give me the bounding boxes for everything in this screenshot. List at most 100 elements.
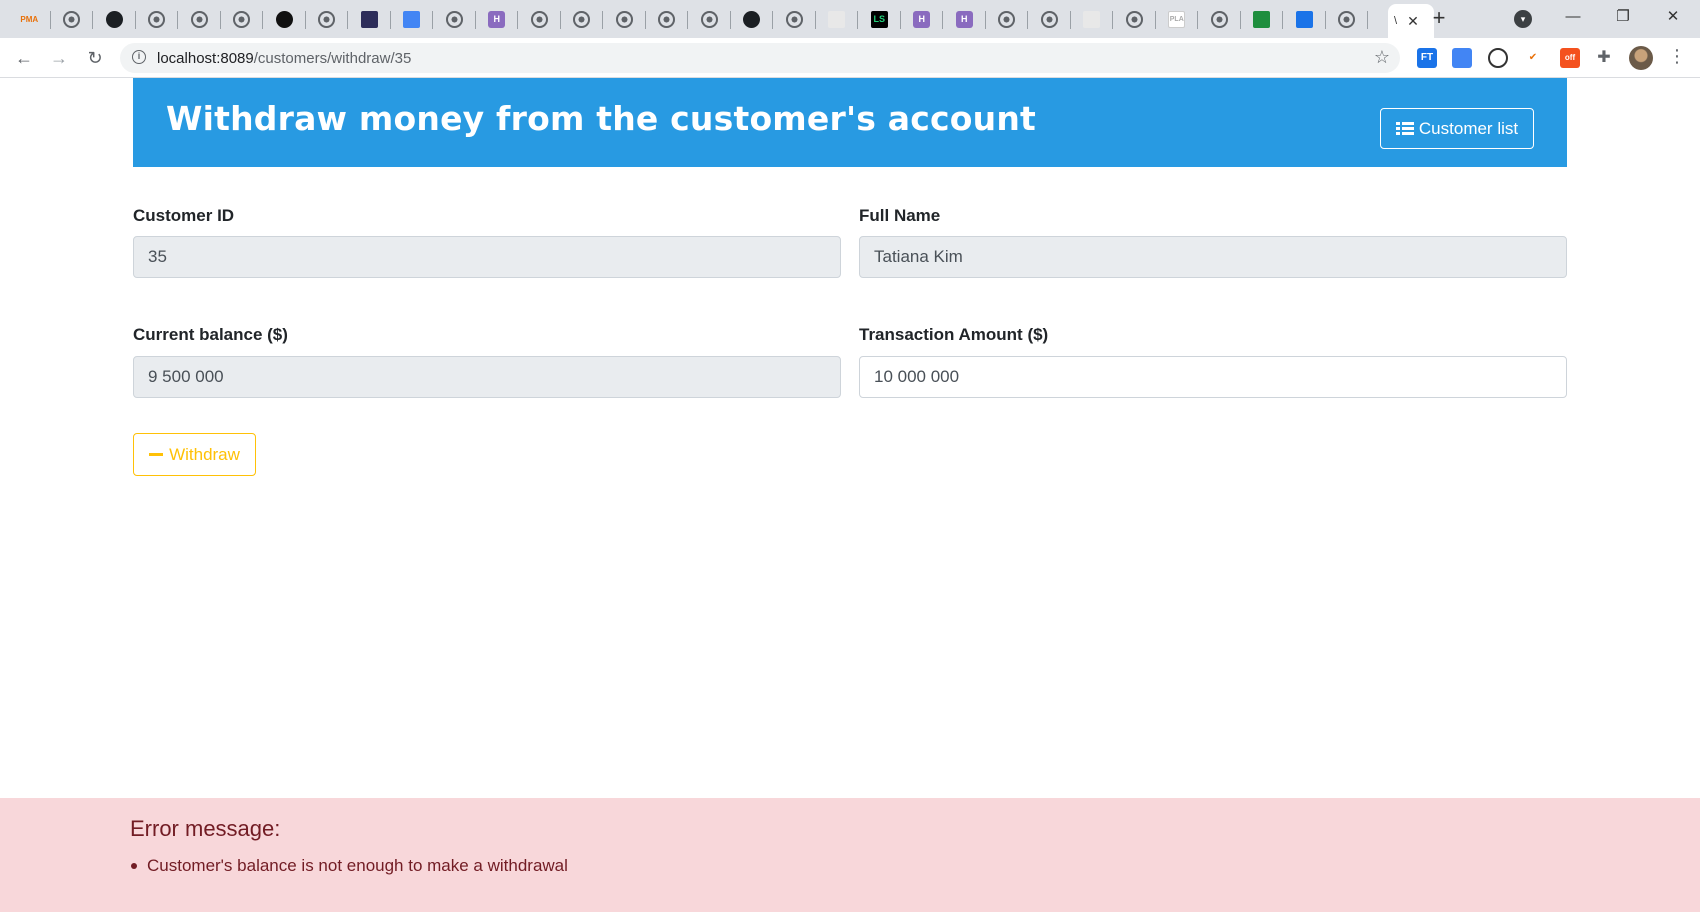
green-square-icon	[1253, 10, 1271, 28]
error-title: Error message:	[130, 816, 281, 841]
bookmark-star-icon[interactable]: ☆	[1374, 47, 1390, 68]
browser-tab[interactable]	[348, 0, 391, 38]
browser-tab[interactable]	[986, 0, 1029, 38]
customer-list-label: Customer list	[1418, 118, 1519, 138]
colorpick-extension-icon[interactable]: ✔	[1523, 48, 1543, 68]
browser-tab[interactable]	[1113, 0, 1156, 38]
globe-icon	[148, 10, 166, 28]
browser-tab[interactable]	[773, 0, 816, 38]
browser-tab[interactable]	[221, 0, 264, 38]
browser-tab[interactable]	[1283, 0, 1326, 38]
extensions-puzzle-icon[interactable]: ✚	[1594, 48, 1614, 68]
browser-tab[interactable]	[688, 0, 731, 38]
browser-tab[interactable]: PMA	[8, 0, 51, 38]
page-content: Withdraw money from the customer's accou…	[0, 78, 1700, 912]
github-icon	[743, 10, 761, 28]
error-message: Customer's balance is not enough to make…	[147, 856, 568, 875]
withdraw-label: Withdraw	[169, 444, 240, 464]
browser-tab[interactable]: PLA	[1156, 0, 1199, 38]
tab-list: PMA H LS H H PLA	[8, 0, 1368, 38]
active-tab-title: \	[1394, 15, 1398, 27]
ft-extension-icon[interactable]: FT	[1417, 48, 1437, 68]
customer-id-field[interactable]: 35	[133, 236, 841, 278]
minus-icon	[149, 453, 164, 456]
globe-icon	[658, 10, 676, 28]
browser-tab[interactable]	[306, 0, 349, 38]
browser-tab[interactable]	[603, 0, 646, 38]
close-window-icon[interactable]: ✕	[1661, 6, 1685, 28]
browser-menu-icon[interactable]: ⋮	[1668, 46, 1686, 67]
restore-icon[interactable]: ❐	[1611, 6, 1635, 28]
browser-tab[interactable]	[1326, 0, 1369, 38]
browser-tab[interactable]	[731, 0, 774, 38]
image-icon	[1083, 10, 1101, 28]
globe-icon	[573, 10, 591, 28]
browser-tab[interactable]	[433, 0, 476, 38]
full-name-field[interactable]: Tatiana Kim	[859, 236, 1567, 278]
page-header: Withdraw money from the customer's accou…	[133, 78, 1567, 167]
image-icon	[828, 10, 846, 28]
github-icon	[105, 10, 123, 28]
forward-icon[interactable]: →	[47, 46, 71, 70]
globe-icon	[1210, 10, 1228, 28]
browser-tab[interactable]	[1028, 0, 1071, 38]
address-bar[interactable]: i localhost:8089/customers/withdraw/35 ☆	[120, 43, 1400, 73]
globe-icon	[785, 10, 803, 28]
url-path: /customers/withdraw/35	[253, 50, 412, 67]
browser-tab[interactable]	[646, 0, 689, 38]
browser-tab[interactable]: H	[901, 0, 944, 38]
browser-tab[interactable]: LS	[858, 0, 901, 38]
site-info-icon[interactable]: i	[132, 50, 146, 64]
browser-tab-strip: PMA H LS H H PLA \ ✕ + ▾ — ❐ ✕	[0, 0, 1700, 38]
url-text[interactable]: localhost:8089/customers/withdraw/35	[157, 50, 411, 67]
pma-icon: PMA	[20, 14, 39, 24]
browser-tab[interactable]	[1198, 0, 1241, 38]
error-item: Customer's balance is not enough to make…	[130, 856, 568, 876]
globe-icon	[700, 10, 718, 28]
list-icon	[1395, 122, 1414, 135]
browser-tab[interactable]	[1241, 0, 1284, 38]
browser-tab[interactable]	[178, 0, 221, 38]
close-tab-icon[interactable]: ✕	[1407, 13, 1419, 30]
google-translate-icon	[403, 10, 421, 28]
globe-icon	[1040, 10, 1058, 28]
browser-tab[interactable]	[263, 0, 306, 38]
black-circle-icon	[275, 10, 293, 28]
browser-tab[interactable]	[136, 0, 179, 38]
minimize-icon[interactable]: —	[1561, 6, 1585, 28]
globe-icon	[1338, 10, 1356, 28]
h-icon: H	[913, 10, 931, 28]
dark-square-icon	[360, 10, 378, 28]
reload-icon[interactable]: ↻	[83, 46, 107, 70]
h-icon: H	[488, 10, 506, 28]
browser-tab[interactable]: H	[943, 0, 986, 38]
browser-tab[interactable]	[518, 0, 561, 38]
browser-toolbar: ← → ↻ i localhost:8089/customers/withdra…	[0, 38, 1700, 78]
browser-tab[interactable]	[391, 0, 434, 38]
error-list: Customer's balance is not enough to make…	[130, 856, 568, 876]
transaction-amount-input[interactable]: 10 000 000	[859, 356, 1567, 398]
tab-search-icon[interactable]: ▾	[1514, 10, 1532, 28]
globe-icon	[530, 10, 548, 28]
blue-square-icon	[1295, 10, 1313, 28]
customer-id-label: Customer ID	[133, 206, 235, 225]
browser-tab[interactable]	[816, 0, 859, 38]
off-extension-icon[interactable]: off	[1560, 48, 1580, 68]
back-icon[interactable]: ←	[12, 46, 36, 70]
profile-avatar[interactable]	[1629, 46, 1653, 70]
google-translate-icon[interactable]	[1452, 48, 1472, 68]
browser-tab[interactable]	[1071, 0, 1114, 38]
browser-tab[interactable]: H	[476, 0, 519, 38]
browser-tab[interactable]	[561, 0, 604, 38]
browser-tab[interactable]	[93, 0, 136, 38]
page-title: Withdraw money from the customer's accou…	[166, 99, 1037, 138]
withdraw-button[interactable]: Withdraw	[133, 433, 256, 476]
browser-tab[interactable]	[51, 0, 94, 38]
customer-list-button[interactable]: Customer list	[1380, 108, 1534, 149]
current-balance-field[interactable]: 9 500 000	[133, 356, 841, 398]
url-host: localhost:8089	[157, 50, 254, 67]
h-icon: H	[955, 10, 973, 28]
globe-icon	[63, 10, 81, 28]
sync-extension-icon[interactable]	[1488, 48, 1508, 68]
new-tab-button[interactable]: +	[1426, 6, 1452, 32]
